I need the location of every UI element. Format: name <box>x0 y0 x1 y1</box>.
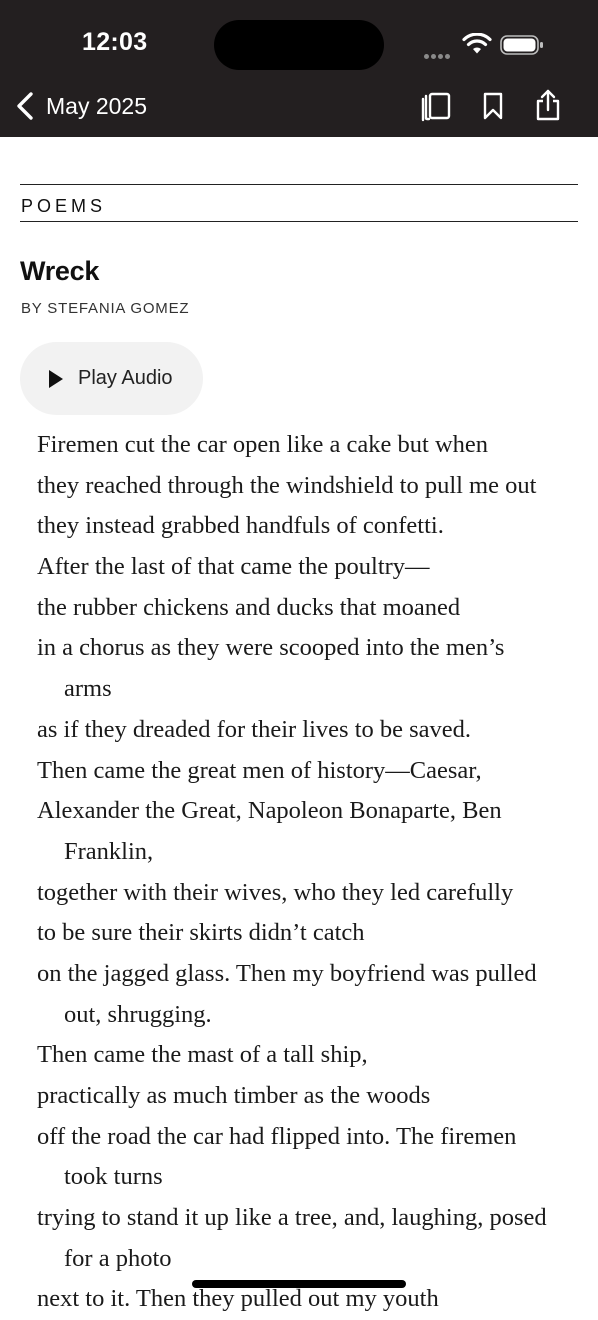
poem-line-continuation: arms <box>64 675 112 703</box>
poem-line: the rubber chickens and ducks that moane… <box>37 593 461 621</box>
wifi-icon <box>462 33 492 54</box>
poem-line: Then came the great men of history—Caesa… <box>37 756 482 784</box>
play-audio-button[interactable]: Play Audio <box>20 342 203 415</box>
poem-line: as if they dreaded for their lives to be… <box>37 715 472 743</box>
chevron-left-icon <box>17 92 33 120</box>
play-audio-label: Play Audio <box>78 367 173 389</box>
poem-line: practically as much timber as the woods <box>37 1082 431 1109</box>
poem-line: Then came the mast of a tall ship, <box>37 1041 368 1069</box>
article-title: Wreck <box>20 256 100 286</box>
section-divider-top <box>20 184 578 185</box>
table-of-contents-icon[interactable] <box>419 88 453 124</box>
poem-line-continuation: out, shrugging. <box>64 1000 212 1028</box>
back-button[interactable]: May 2025 <box>14 86 147 126</box>
poem-line-continuation: for a photo <box>64 1244 172 1272</box>
poem-line: After the last of that came the poultry— <box>37 553 430 581</box>
poem-line: Alexander the Great, Napoleon Bonaparte,… <box>37 797 502 825</box>
dynamic-island <box>214 20 384 70</box>
poem-line-continuation: took turns <box>64 1163 163 1191</box>
poem-line: trying to stand it up like a tree, and, … <box>37 1204 547 1232</box>
poem-line: off the road the car had flipped into. T… <box>37 1122 517 1150</box>
poem-line: to be sure their skirts didn’t catch <box>37 919 365 947</box>
section-label: POEMS <box>21 196 107 216</box>
poem-line-continuation: Franklin, <box>64 837 154 865</box>
poem-body: Firemen cut the car open like a cake but… <box>37 425 582 1320</box>
status-time: 12:03 <box>82 28 148 56</box>
play-icon <box>49 369 63 388</box>
poem-line: on the jagged glass. Then my boyfriend w… <box>37 959 537 987</box>
top-bar: 12:03 May 2025 <box>0 0 598 137</box>
poem-line: in a chorus as they were scooped into th… <box>37 634 505 662</box>
poem-line: they reached through the windshield to p… <box>37 471 537 499</box>
back-label: May 2025 <box>46 92 148 119</box>
poem-line: together with their wives, who they led … <box>37 878 514 906</box>
home-indicator[interactable] <box>192 1280 406 1288</box>
bookmark-icon[interactable] <box>476 88 510 124</box>
poem-line: Firemen cut the car open like a cake but… <box>37 431 489 458</box>
poem-line: they instead grabbed handfuls of confett… <box>37 512 444 540</box>
share-icon[interactable] <box>531 88 565 124</box>
cellular-signal-icon <box>424 46 454 59</box>
byline: BY STEFANIA GOMEZ <box>21 300 190 317</box>
section-divider-bottom <box>20 221 578 222</box>
battery-icon <box>500 35 543 55</box>
